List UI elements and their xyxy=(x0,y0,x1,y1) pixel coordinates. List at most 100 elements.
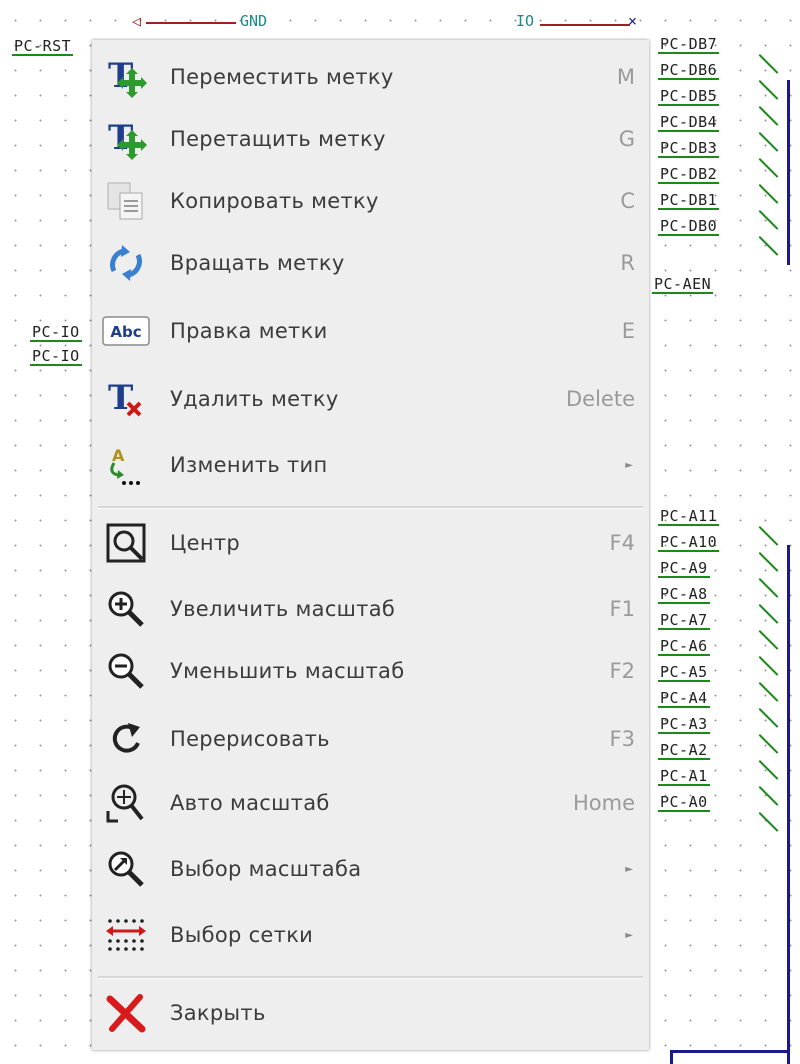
menu-item-shortcut: Delete xyxy=(566,387,635,411)
no-connect-icon: × xyxy=(628,12,638,30)
net-label-db-wire-2 xyxy=(758,106,779,126)
net-label-db-1: PC-DB6 xyxy=(658,61,720,80)
net-label-db-4: PC-DB3 xyxy=(658,139,720,158)
delete-label-icon: T xyxy=(102,375,150,423)
menu-item-label: Перетащить метку xyxy=(170,127,386,151)
net-label-db-wire-3 xyxy=(758,132,779,152)
net-label-db-wire-1 xyxy=(758,80,779,100)
menu-item-label: Изменить тип xyxy=(170,453,328,477)
net-label-a-wire-2 xyxy=(758,578,779,598)
abc-text: Abc xyxy=(110,323,141,341)
net-label-a-wire-10 xyxy=(758,786,779,806)
zoom-out-icon xyxy=(102,647,150,695)
net-label-a-wire-4 xyxy=(758,630,779,650)
net-label-a-7: PC-A4 xyxy=(658,689,710,708)
menu-item-delete-label[interactable]: T Удалить метку Delete xyxy=(92,368,649,430)
menu-item-label: Закрыть xyxy=(170,1001,266,1025)
copy-icon xyxy=(102,177,150,225)
net-label-db-wire-0 xyxy=(758,54,779,74)
center-icon xyxy=(102,519,150,567)
menu-item-move-label[interactable]: T Переместить метку M xyxy=(92,46,649,108)
net-label-a-3: PC-A8 xyxy=(658,585,710,604)
net-label-db-3: PC-DB4 xyxy=(658,113,720,132)
menu-item-shortcut: F4 xyxy=(609,531,635,555)
menu-item-shortcut: M xyxy=(616,65,635,89)
submenu-arrow-icon: ► xyxy=(625,459,633,471)
menu-item-label: Копировать метку xyxy=(170,189,379,213)
menu-item-redraw[interactable]: Перерисовать F3 xyxy=(92,708,649,770)
menu-item-shortcut: F3 xyxy=(609,727,635,751)
menu-item-close[interactable]: Закрыть xyxy=(92,982,649,1044)
io-wire xyxy=(540,24,630,26)
menu-item-copy-label[interactable]: Копировать метку C xyxy=(92,170,649,232)
menu-item-shortcut: C xyxy=(620,189,635,213)
menu-item-shortcut: Home xyxy=(572,791,635,815)
menu-item-change-type[interactable]: A Изменить тип ► xyxy=(92,434,649,496)
grid-select-icon xyxy=(102,911,150,959)
menu-separator xyxy=(98,976,643,979)
net-label-a-wire-0 xyxy=(758,526,779,546)
menu-item-label: Перерисовать xyxy=(170,727,330,751)
net-label-db-7: PC-DB0 xyxy=(658,217,720,236)
menu-item-shortcut: G xyxy=(618,127,635,151)
menu-item-label: Удалить метку xyxy=(170,387,339,411)
drag-label-icon: T xyxy=(102,115,150,163)
net-label-db-wire-6 xyxy=(758,210,779,230)
net-label-a-8: PC-A3 xyxy=(658,715,710,734)
change-type-icon: A xyxy=(102,441,150,489)
db-bus-line xyxy=(787,80,790,265)
move-label-icon: T xyxy=(102,53,150,101)
address-bus-line xyxy=(787,545,790,1064)
svg-text:A: A xyxy=(112,446,125,465)
menu-item-zoom-in[interactable]: Увеличить масштаб F1 xyxy=(92,578,649,640)
menu-item-drag-label[interactable]: T Перетащить метку G xyxy=(92,108,649,170)
net-label-top-left: PC-RST xyxy=(12,37,74,56)
menu-item-shortcut: R xyxy=(620,251,635,275)
net-label-a-wire-1 xyxy=(758,552,779,572)
menu-item-shortcut: E xyxy=(621,319,635,343)
menu-item-label: Вращать метку xyxy=(170,251,345,275)
net-label-a-wire-11 xyxy=(758,812,779,832)
menu-item-label: Выбор сетки xyxy=(170,923,314,947)
net-label-db-5: PC-DB2 xyxy=(658,165,720,184)
net-label-a-wire-3 xyxy=(758,604,779,624)
net-label-a-11: PC-A0 xyxy=(658,793,710,812)
submenu-arrow-icon: ► xyxy=(625,929,633,941)
net-label-a-9: PC-A2 xyxy=(658,741,710,760)
menu-separator xyxy=(98,506,643,509)
menu-item-grid-select[interactable]: Выбор сетки ► xyxy=(92,904,649,966)
net-label-a-wire-9 xyxy=(758,760,779,780)
net-label-a-wire-7 xyxy=(758,708,779,728)
net-label-a-1: PC-A10 xyxy=(658,533,720,552)
menu-item-edit-label[interactable]: Abc Правка метки E xyxy=(92,300,649,362)
net-label-left-1: PC-IO xyxy=(30,323,82,342)
io-label: IO xyxy=(516,12,535,30)
net-label-aen: PC-AEN xyxy=(652,275,714,294)
menu-item-label: Центр xyxy=(170,531,241,555)
net-label-db-wire-7 xyxy=(758,236,779,256)
menu-item-zoom-select[interactable]: Выбор масштаба ► xyxy=(92,838,649,900)
submenu-arrow-icon: ► xyxy=(625,863,633,875)
edit-text-icon: Abc xyxy=(102,307,150,355)
gnd-arrow-icon: ◁ xyxy=(132,12,142,30)
net-label-left-2: PC-IO xyxy=(30,347,82,366)
net-label-a-wire-5 xyxy=(758,656,779,676)
net-label-db-0: PC-DB7 xyxy=(658,35,720,54)
net-label-db-2: PC-DB5 xyxy=(658,87,720,106)
net-label-db-wire-5 xyxy=(758,184,779,204)
net-label-a-wire-8 xyxy=(758,734,779,754)
net-label-a-2: PC-A9 xyxy=(658,559,710,578)
menu-item-zoom-auto[interactable]: Авто масштаб Home xyxy=(92,772,649,834)
menu-item-shortcut: F1 xyxy=(609,597,635,621)
menu-item-label: Увеличить масштаб xyxy=(170,597,396,621)
menu-item-zoom-out[interactable]: Уменьшить масштаб F2 xyxy=(92,640,649,702)
menu-item-label: Уменьшить масштаб xyxy=(170,659,405,683)
net-label-a-wire-6 xyxy=(758,682,779,702)
zoom-select-icon xyxy=(102,845,150,893)
menu-item-label: Выбор масштаба xyxy=(170,857,362,881)
menu-item-rotate-label[interactable]: Вращать метку R xyxy=(92,232,649,294)
net-label-a-10: PC-A1 xyxy=(658,767,710,786)
net-label-a-5: PC-A6 xyxy=(658,637,710,656)
net-label-db-wire-4 xyxy=(758,158,779,178)
menu-item-center[interactable]: Центр F4 xyxy=(92,512,649,574)
